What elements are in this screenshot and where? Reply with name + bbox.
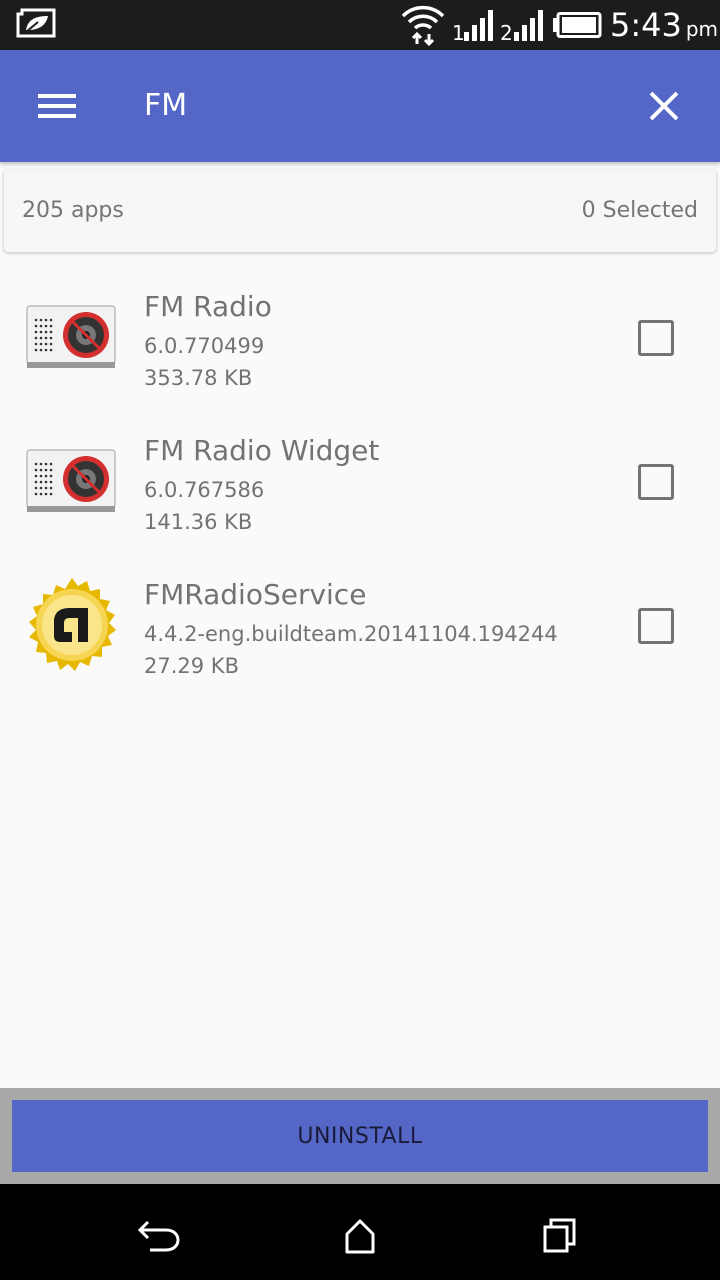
- app-version: 6.0.767586: [144, 478, 265, 502]
- nav-bar: [0, 1184, 720, 1280]
- home-icon[interactable]: [330, 1212, 390, 1256]
- fm-radio-icon: [26, 305, 116, 368]
- app-size: 353.78 KB: [144, 366, 253, 390]
- app-name: FM Radio: [144, 290, 272, 323]
- app-version: 4.4.2-eng.buildteam.20141104.194244: [144, 622, 558, 646]
- signal-1-icon: 1: [452, 10, 493, 42]
- list-item[interactable]: FM Radio Widget 6.0.767586 141.36 KB: [0, 404, 720, 548]
- signal-2-icon: 2: [500, 10, 543, 42]
- select-checkbox[interactable]: [638, 608, 674, 644]
- list-item[interactable]: FMRadioService 4.4.2-eng.buildteam.20141…: [0, 548, 720, 692]
- hamburger-menu-icon[interactable]: [22, 84, 90, 128]
- app-version: 6.0.770499: [144, 334, 265, 358]
- uninstall-button[interactable]: UNINSTALL: [12, 1100, 708, 1172]
- app-count: 205 apps: [22, 198, 124, 223]
- battery-icon: [553, 12, 602, 38]
- fm-radio-icon: [26, 449, 116, 512]
- close-icon[interactable]: [636, 78, 692, 134]
- status-time: 5:43 pm: [610, 6, 719, 44]
- app-name: FM Radio Widget: [144, 434, 380, 467]
- action-bar: UNINSTALL: [0, 1088, 720, 1184]
- summary-card: 205 apps 0 Selected: [4, 170, 716, 252]
- app-bar: FM: [0, 50, 720, 162]
- leaf-icon: [16, 8, 56, 38]
- back-icon[interactable]: [130, 1212, 190, 1256]
- status-bar: 1 2 5:43 pm: [0, 0, 720, 50]
- app-size: 27.29 KB: [144, 654, 239, 678]
- android-gold-badge-icon: [29, 578, 116, 671]
- list-item[interactable]: FM Radio 6.0.770499 353.78 KB: [0, 260, 720, 404]
- svg-text:1: 1: [452, 21, 465, 42]
- recents-icon[interactable]: [530, 1212, 590, 1256]
- select-checkbox[interactable]: [638, 320, 674, 356]
- selected-count: 0 Selected: [581, 198, 698, 223]
- app-name: FMRadioService: [144, 578, 367, 611]
- page-title: FM: [144, 88, 188, 123]
- wifi-icon: [401, 5, 445, 46]
- svg-text:2: 2: [500, 21, 513, 42]
- app-size: 141.36 KB: [144, 510, 253, 534]
- select-checkbox[interactable]: [638, 464, 674, 500]
